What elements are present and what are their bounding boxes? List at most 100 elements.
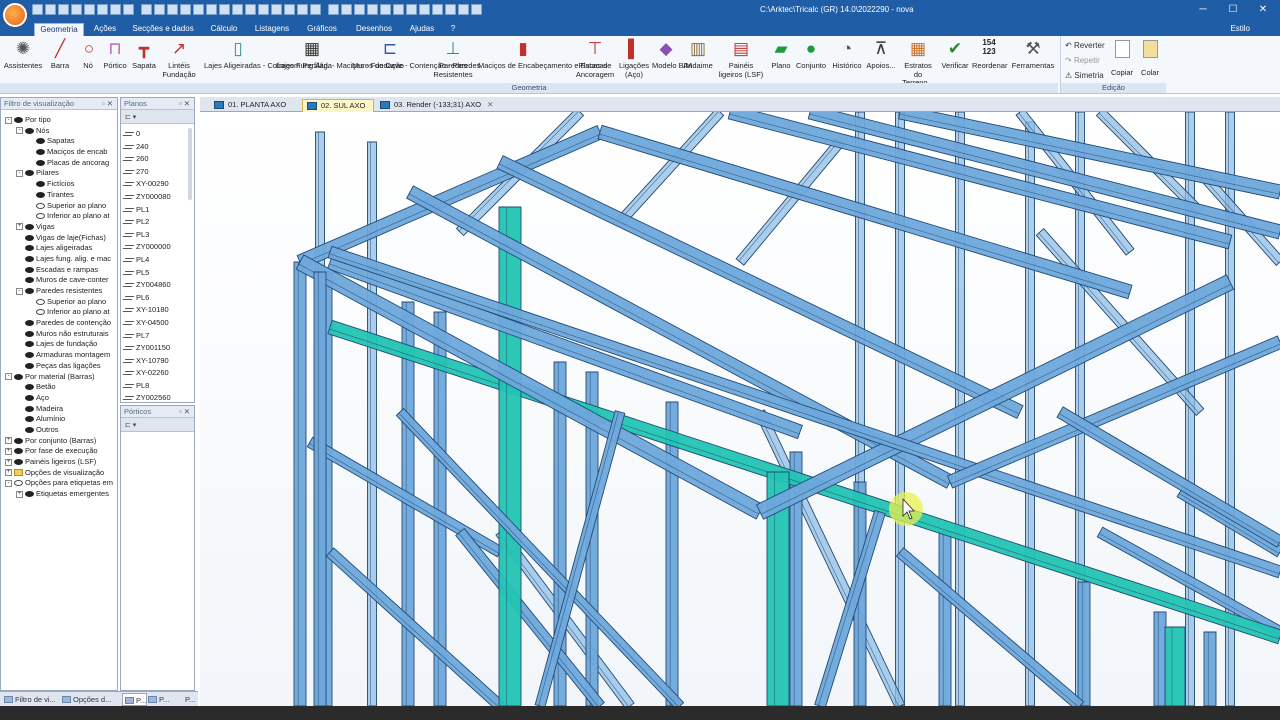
planes-panel-controls[interactable]: ▫ ✕ (179, 98, 190, 110)
quick-access-button[interactable] (419, 4, 430, 15)
plane-list-item[interactable]: 240 (122, 141, 194, 154)
tree-node[interactable]: Inferior ao plano at (5, 211, 117, 222)
plane-list-item[interactable]: 270 (122, 166, 194, 179)
tree-node[interactable]: Placas de ancorag (5, 158, 117, 169)
selected-column[interactable] (1164, 626, 1186, 706)
quick-access-button[interactable] (123, 4, 134, 15)
doc-tab-sul[interactable]: 02. SUL AXO (302, 99, 374, 112)
tree-node[interactable]: Maciços de encab (5, 147, 117, 158)
tree-node[interactable]: Muros de cave-conter (5, 275, 117, 286)
stud[interactable] (1025, 121, 1035, 706)
tab-seccoes-dados[interactable]: Secções e dados (128, 23, 198, 36)
tree-node[interactable]: Sapatas (5, 136, 117, 147)
eye-icon[interactable] (25, 266, 34, 273)
tree-node[interactable]: Vigas de laje(Fichas) (5, 233, 117, 244)
wall-stud[interactable] (1077, 581, 1091, 706)
plane-list-item[interactable]: PL3 (122, 229, 194, 242)
tree-node[interactable]: Paredes de contenção (5, 318, 117, 329)
tab-desenhos[interactable]: Desenhos (350, 23, 398, 36)
tree-node[interactable]: Aço (5, 393, 117, 404)
3d-structure-render[interactable] (200, 112, 1280, 706)
status-tab-porticos[interactable]: P... (146, 693, 169, 706)
tree-node[interactable]: Madeira (5, 404, 117, 415)
expand-icon[interactable]: + (5, 447, 12, 455)
undo-button[interactable]: ↶ Reverter (1065, 41, 1105, 50)
tree-node[interactable]: - Nós (5, 126, 117, 137)
quick-access-button[interactable] (271, 4, 282, 15)
collapse-icon[interactable]: - (16, 127, 23, 135)
quick-access-button[interactable] (58, 4, 69, 15)
expand-icon[interactable]: + (16, 223, 23, 231)
corner-post[interactable] (313, 271, 327, 706)
tree-node[interactable]: Escadas e rampas (5, 265, 117, 276)
tab-listagens[interactable]: Listagens (250, 23, 294, 36)
tab-ajudas[interactable]: Ajudas (402, 23, 442, 36)
quick-access-button[interactable] (284, 4, 295, 15)
copy-button[interactable]: Copiar (1109, 40, 1135, 77)
tree-node[interactable]: Peças das ligações (5, 361, 117, 372)
eye-icon[interactable] (36, 138, 45, 145)
tab-help[interactable]: ? (446, 23, 460, 36)
quick-access-button[interactable] (110, 4, 121, 15)
quick-access-button[interactable] (258, 4, 269, 15)
eye-icon[interactable] (25, 320, 34, 327)
quick-access-button[interactable] (471, 4, 482, 15)
tree-node[interactable]: Betão (5, 382, 117, 393)
eye-icon[interactable] (25, 341, 34, 348)
status-tab-options[interactable]: Opções d... (60, 693, 111, 706)
eye-icon[interactable] (25, 426, 34, 433)
eye-icon[interactable] (25, 405, 34, 412)
quick-access-button[interactable] (71, 4, 82, 15)
eye-icon[interactable] (36, 181, 45, 188)
quick-access-button[interactable] (245, 4, 256, 15)
eye-icon[interactable] (25, 170, 34, 177)
doc-tab-planta[interactable]: 01. PLANTA AXO (210, 99, 302, 112)
plane-list-item[interactable]: PL2 (122, 216, 194, 229)
quick-access-button[interactable] (32, 4, 43, 15)
paste-button[interactable]: Colar (1137, 40, 1163, 77)
tree-node[interactable]: + Painéis ligeiros (LSF) (5, 457, 117, 468)
redo-button[interactable]: ↷ Repetir (1065, 56, 1100, 65)
selected-column[interactable] (498, 206, 522, 706)
expand-icon[interactable]: + (16, 490, 23, 498)
wall-stud[interactable] (1153, 611, 1167, 706)
status-tab-other[interactable]: P... (172, 693, 195, 706)
tab-calculo[interactable]: Cálculo (204, 23, 244, 36)
tree-node[interactable]: - Paredes resistentes (5, 286, 117, 297)
plane-list-item[interactable]: ZY002560 (122, 392, 194, 405)
stud[interactable] (895, 112, 905, 706)
quick-access-button[interactable] (167, 4, 178, 15)
tree-node[interactable]: Superior ao plano (5, 201, 117, 212)
eye-hidden-icon[interactable] (36, 202, 45, 209)
quick-access-button[interactable] (458, 4, 469, 15)
collapse-icon[interactable]: - (5, 479, 12, 487)
filter-panel-controls[interactable]: ▫ ✕ (102, 98, 113, 110)
tree-node[interactable]: + Vigas (5, 222, 117, 233)
collapse-icon[interactable]: - (16, 287, 23, 295)
expand-icon[interactable]: + (5, 437, 12, 445)
tree-node[interactable]: Superior ao plano (5, 297, 117, 308)
eye-hidden-icon[interactable] (14, 480, 23, 487)
status-tab-filter[interactable]: Filtro de vi... (2, 693, 56, 706)
porticos-dropdown[interactable]: ⊏ ▾ (125, 421, 147, 429)
planes-scrollbar[interactable] (188, 128, 192, 200)
eye-icon[interactable] (14, 437, 23, 444)
tree-node[interactable]: Lajes aligeiradas (5, 243, 117, 254)
quick-access-button[interactable] (380, 4, 391, 15)
quick-access-button[interactable] (297, 4, 308, 15)
plane-list-item[interactable]: ZY004860 (122, 279, 194, 292)
plane-list-item[interactable]: ZY000080 (122, 191, 194, 204)
wall-stud[interactable] (1203, 631, 1217, 706)
tree-node[interactable]: Inferior ao plano at (5, 307, 117, 318)
tree-node[interactable]: + Opções de visualização (5, 468, 117, 479)
eye-icon[interactable] (25, 491, 34, 498)
eye-icon[interactable] (36, 149, 45, 156)
expand-icon[interactable]: + (5, 458, 12, 466)
eye-icon[interactable] (25, 288, 34, 295)
eye-hidden-icon[interactable] (36, 309, 45, 316)
eye-icon[interactable] (25, 384, 34, 391)
quick-access-button[interactable] (206, 4, 217, 15)
eye-icon[interactable] (36, 191, 45, 198)
eye-icon[interactable] (14, 117, 23, 124)
tree-node[interactable]: - Opções para etiquetas em (5, 478, 117, 489)
